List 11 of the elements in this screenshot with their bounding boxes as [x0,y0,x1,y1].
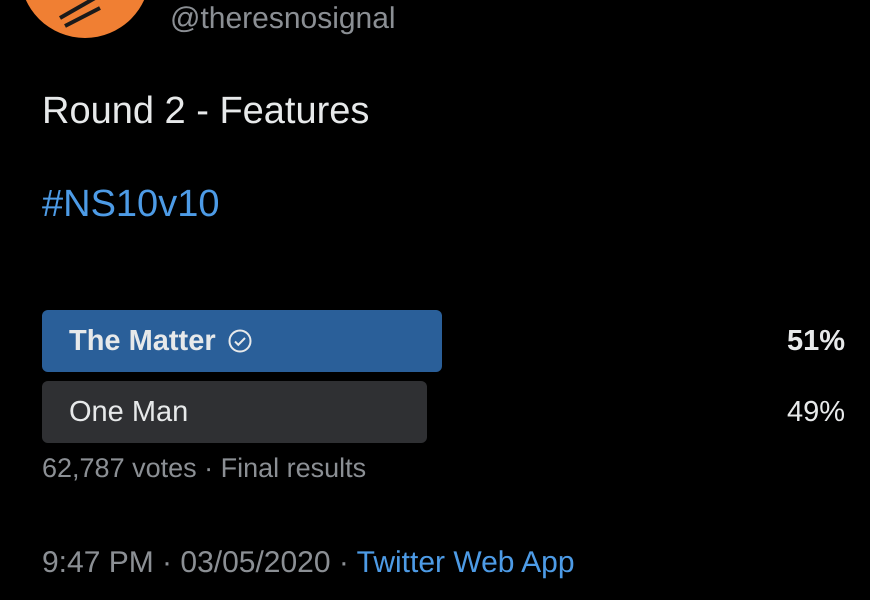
option-label: One Man [69,396,188,428]
option-percent: 49% [786,396,845,428]
user-handle[interactable]: @theresnosignal [170,2,396,36]
poll-summary: 62,787 votes · Final results [42,453,368,484]
tweet-text: Round 2 - Features [42,90,370,133]
option-percent: 51% [786,324,845,358]
source-link[interactable]: Twitter Web App [356,546,575,579]
tweet-timestamp: 9:47 PM · 03/05/2020 · [42,546,350,579]
hashtag-link[interactable]: #NS10v10 [42,183,870,226]
check-circle-icon [228,329,252,353]
option-label: The Matter [69,324,216,358]
